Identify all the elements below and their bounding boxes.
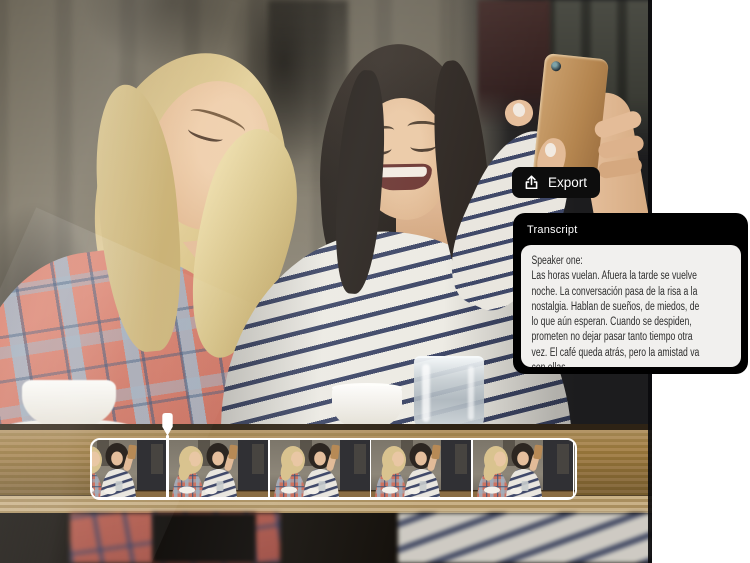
export-button-label: Export xyxy=(548,175,588,190)
transcript-line: nostalgia. Hablan de sueños, de miedos, … xyxy=(531,300,700,313)
filmstrip-frames xyxy=(90,440,575,497)
transcript-line: con ellas xyxy=(532,361,724,367)
transcript-line: prometen no dejar pasar tanto tiempo otr… xyxy=(531,331,693,344)
export-button[interactable]: Export xyxy=(512,167,601,198)
filmstrip-frame[interactable] xyxy=(371,440,471,497)
transcript-line: Speaker one: xyxy=(531,255,583,267)
transcript-line: noche. La conversación pasa de la risa a… xyxy=(531,285,698,298)
upload-export-icon xyxy=(525,175,538,190)
filmstrip-frame[interactable] xyxy=(270,440,370,497)
transcript-line: lo que aún esperan. Cuando se despiden, xyxy=(531,316,692,329)
transcript-line: Las horas vuelan. Afuera la tarde se vue… xyxy=(531,270,697,283)
transcript-title: Transcript xyxy=(527,224,578,236)
filmstrip-frame[interactable] xyxy=(90,440,167,497)
transcript-text: Speaker one: Las horas vuelan. Afuera la… xyxy=(521,245,724,367)
app-canvas: Export Transcript Speaker one: Las horas… xyxy=(0,0,750,563)
filmstrip-frame[interactable] xyxy=(473,440,573,497)
transcript-card[interactable]: Speaker one: Las horas vuelan. Afuera la… xyxy=(521,245,741,367)
transcript-panel: Transcript Speaker one: Las horas vuelan… xyxy=(513,213,748,374)
transcript-line: vez. El café queda atrás, pero la amista… xyxy=(531,346,700,359)
filmstrip-frame[interactable] xyxy=(168,440,268,497)
timeline-filmstrip[interactable] xyxy=(90,438,577,500)
timeline-playhead[interactable] xyxy=(160,412,175,437)
timeline-playhead-line[interactable] xyxy=(166,435,169,499)
filmstrip-frame[interactable] xyxy=(574,440,577,497)
